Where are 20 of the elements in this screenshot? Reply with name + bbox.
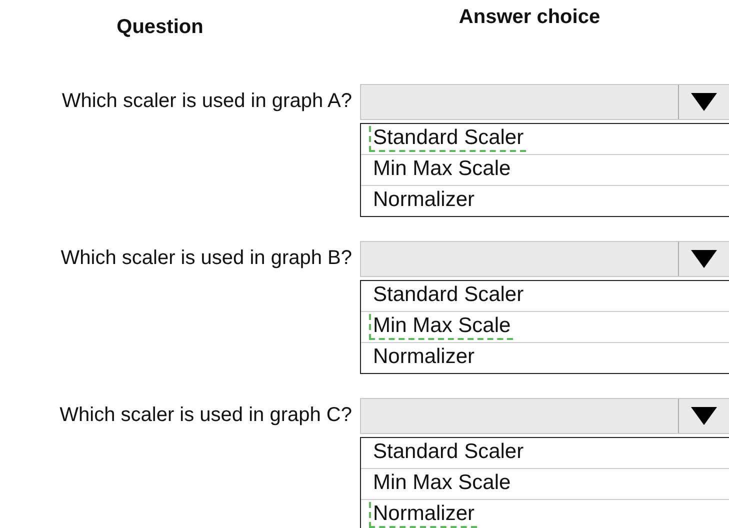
dropdown[interactable] <box>360 241 729 277</box>
option-item[interactable]: Min Max Scale <box>369 471 513 497</box>
question-text: Which scaler is used in graph A? <box>62 90 352 113</box>
question-text: Which scaler is used in graph B? <box>60 247 352 270</box>
column-heading: Question <box>116 16 204 39</box>
dropdown[interactable] <box>360 398 729 434</box>
dropdown-arrow-icon <box>691 250 717 268</box>
column-heading: Answer choice <box>458 6 600 29</box>
option-item[interactable]: Standard Scaler <box>369 126 526 152</box>
option-item[interactable]: Min Max Scale <box>369 314 513 340</box>
dropdown-arrow-icon <box>691 407 717 425</box>
question-text: Which scaler is used in graph C? <box>60 404 352 427</box>
option-item[interactable]: Normalizer <box>369 345 477 371</box>
option-item[interactable]: Normalizer <box>369 188 477 214</box>
option-item[interactable]: Min Max Scale <box>369 157 513 183</box>
option-item[interactable]: Normalizer <box>369 502 477 528</box>
dropdown-arrow-icon <box>691 93 717 111</box>
option-item[interactable]: Standard Scaler <box>369 440 526 466</box>
option-item[interactable]: Standard Scaler <box>369 283 526 309</box>
dropdown[interactable] <box>360 84 729 120</box>
